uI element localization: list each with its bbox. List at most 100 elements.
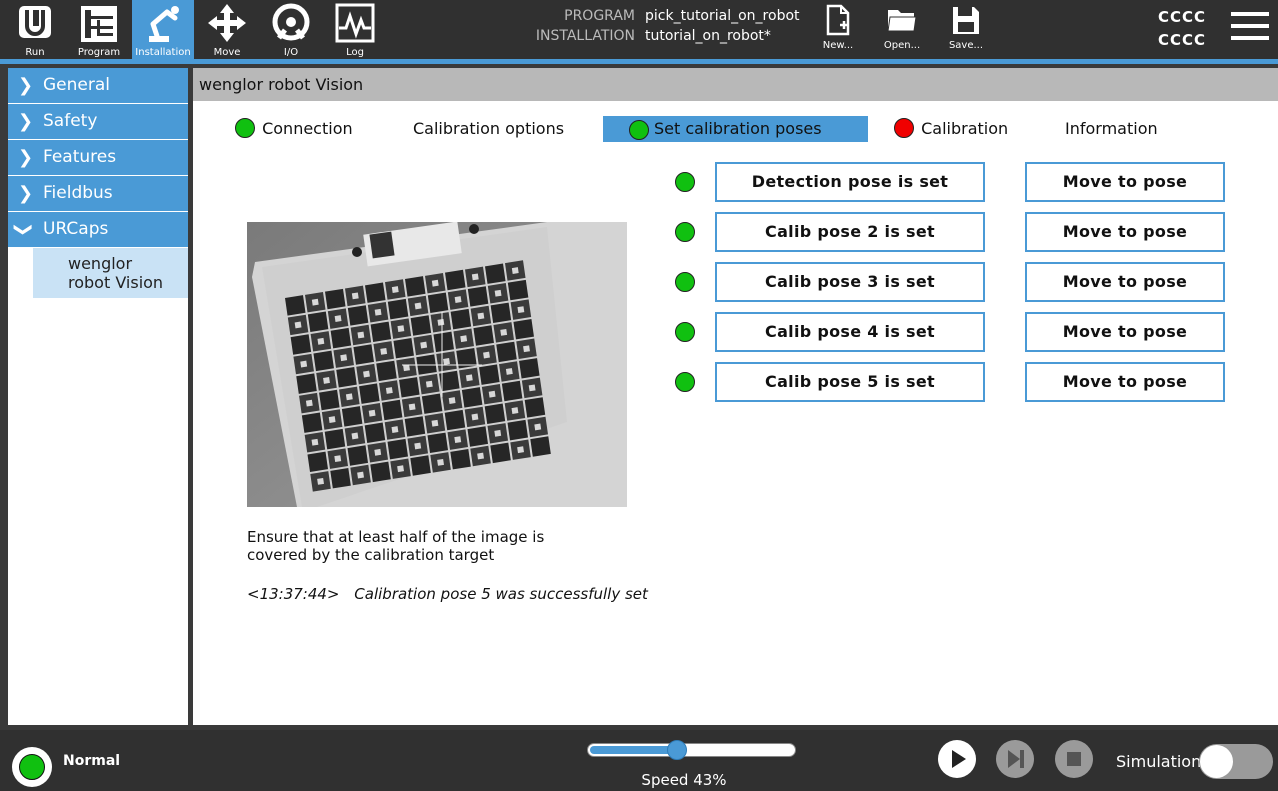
stop-icon [1067, 752, 1081, 766]
sidebar-item-safety[interactable]: ❯ Safety [8, 104, 188, 139]
tab-set-calibration-poses[interactable]: Set calibration poses [603, 116, 868, 142]
top-bar: Run Program Installation Move I/O Log PR… [0, 0, 1278, 59]
simulation-label: Simulation [1116, 752, 1202, 771]
installation-key: INSTALLATION [535, 28, 635, 44]
hamburger-menu-icon[interactable] [1231, 12, 1269, 44]
chevron-right-icon: ❯ [18, 111, 34, 132]
tab-calibration-options[interactable]: Calibration options [413, 116, 564, 142]
log-message: Calibration pose 5 was successfully set [354, 585, 648, 603]
set-calib-pose-2-button[interactable]: Calib pose 2 is set [715, 212, 985, 252]
simulation-toggle[interactable] [1199, 744, 1273, 779]
toggle-knob [1200, 745, 1233, 778]
speed-slider-handle[interactable] [667, 740, 687, 760]
camera-image [247, 222, 627, 507]
save-button[interactable]: Save... [941, 2, 991, 57]
tab-information[interactable]: Information [1065, 116, 1158, 142]
sidebar-subitem-line1: wenglor [68, 254, 133, 273]
tab-label: Information [1065, 119, 1158, 138]
nav-io-button[interactable]: I/O [260, 0, 322, 59]
move-to-calib-pose-3-button[interactable]: Move to pose [1025, 262, 1225, 302]
nav-io-label: I/O [283, 47, 299, 58]
nav-installation-label: Installation [135, 47, 191, 58]
nav-log-label: Log [346, 47, 364, 58]
move-to-calib-pose-2-button[interactable]: Move to pose [1025, 212, 1225, 252]
nav-move-label: Move [213, 47, 241, 58]
footer-bar: Normal Speed 43% Simulation [0, 730, 1278, 791]
set-calib-pose-5-button[interactable]: Calib pose 5 is set [715, 362, 985, 402]
nav-move-button[interactable]: Move [196, 0, 258, 59]
status-dot-red [894, 118, 914, 138]
robot-arm-icon [149, 6, 179, 42]
new-button[interactable]: New... [813, 2, 863, 57]
page-title: wenglor robot Vision [193, 68, 1278, 101]
pose-status-dot [675, 222, 695, 242]
program-name: pick_tutorial_on_robot [645, 8, 800, 24]
save-label: Save... [948, 40, 984, 51]
main-panel: wenglor robot Vision Connection Calibrat… [193, 68, 1278, 725]
move-arrows-icon [208, 4, 246, 42]
pose-status-dot [675, 372, 695, 392]
speed-slider-fill [590, 746, 678, 754]
new-file-icon [826, 4, 850, 36]
sidebar-item-general[interactable]: ❯ General [8, 68, 188, 103]
speed-label: Speed 43% [641, 771, 727, 789]
log-line: <13:37:44> Calibration pose 5 was succes… [247, 585, 648, 603]
play-button[interactable] [938, 740, 976, 778]
sidebar-item-urcaps[interactable]: ❯ URCaps [8, 212, 188, 247]
robot-id-line1: CCCC [1158, 8, 1207, 26]
sidebar: ❯ General ❯ Safety ❯ Features ❯ Fieldbus… [8, 68, 188, 725]
tab-label: Connection [262, 119, 353, 138]
nav-installation-button[interactable]: Installation [132, 0, 194, 59]
nav-program-button[interactable]: Program [68, 0, 130, 59]
sidebar-item-label: URCaps [43, 219, 109, 239]
io-icon [272, 3, 310, 41]
set-calib-pose-3-button[interactable]: Calib pose 3 is set [715, 262, 985, 302]
set-detection-pose-button[interactable]: Detection pose is set [715, 162, 985, 202]
open-button[interactable]: Open... [877, 2, 927, 57]
nav-log-button[interactable]: Log [324, 0, 386, 59]
sidebar-item-label: General [43, 75, 110, 95]
step-forward-icon [1008, 750, 1024, 768]
move-to-detection-pose-button[interactable]: Move to pose [1025, 162, 1225, 202]
robot-id-line2: CCCC [1158, 31, 1207, 49]
calibration-hint-text: Ensure that at least half of the image i… [247, 528, 545, 564]
sidebar-item-label: Features [43, 147, 117, 167]
pose-status-dot [675, 172, 695, 192]
sidebar-subitem-line2: robot Vision [68, 273, 164, 292]
tab-label: Set calibration poses [654, 119, 822, 138]
ur-logo-icon [19, 6, 51, 38]
folder-open-icon [887, 10, 917, 32]
robot-id-text: CCCC CCCC [1158, 6, 1214, 52]
pose-status-dot [675, 322, 695, 342]
nav-program-label: Program [77, 47, 121, 58]
program-key: PROGRAM [564, 8, 635, 24]
new-label: New... [822, 40, 854, 51]
chevron-down-icon: ❯ [13, 221, 35, 238]
move-to-calib-pose-4-button[interactable]: Move to pose [1025, 312, 1225, 352]
tab-connection[interactable]: Connection [235, 116, 353, 142]
installation-name: tutorial_on_robot* [645, 28, 771, 44]
step-button[interactable] [996, 740, 1034, 778]
sidebar-item-wenglor-robot-vision[interactable]: wenglor robot Vision [33, 248, 188, 298]
program-tree-icon [81, 6, 117, 42]
sidebar-item-features[interactable]: ❯ Features [8, 140, 188, 175]
stop-button[interactable] [1055, 740, 1093, 778]
log-pulse-icon [335, 3, 375, 43]
floppy-save-icon [953, 7, 979, 34]
tab-label: Calibration [921, 119, 1009, 138]
chevron-right-icon: ❯ [18, 183, 34, 204]
tab-calibration[interactable]: Calibration [894, 116, 1008, 142]
move-to-calib-pose-5-button[interactable]: Move to pose [1025, 362, 1225, 402]
status-dot-green [235, 118, 255, 138]
open-label: Open... [883, 40, 921, 51]
nav-run-button[interactable]: Run [4, 0, 66, 59]
chevron-right-icon: ❯ [18, 75, 34, 96]
sidebar-item-label: Fieldbus [43, 183, 113, 203]
sidebar-item-fieldbus[interactable]: ❯ Fieldbus [8, 176, 188, 211]
chevron-right-icon: ❯ [18, 147, 34, 168]
speed-slider[interactable] [587, 743, 796, 757]
tab-label: Calibration options [413, 119, 565, 138]
robot-status-indicator[interactable] [12, 747, 52, 787]
set-calib-pose-4-button[interactable]: Calib pose 4 is set [715, 312, 985, 352]
play-icon [952, 750, 966, 768]
